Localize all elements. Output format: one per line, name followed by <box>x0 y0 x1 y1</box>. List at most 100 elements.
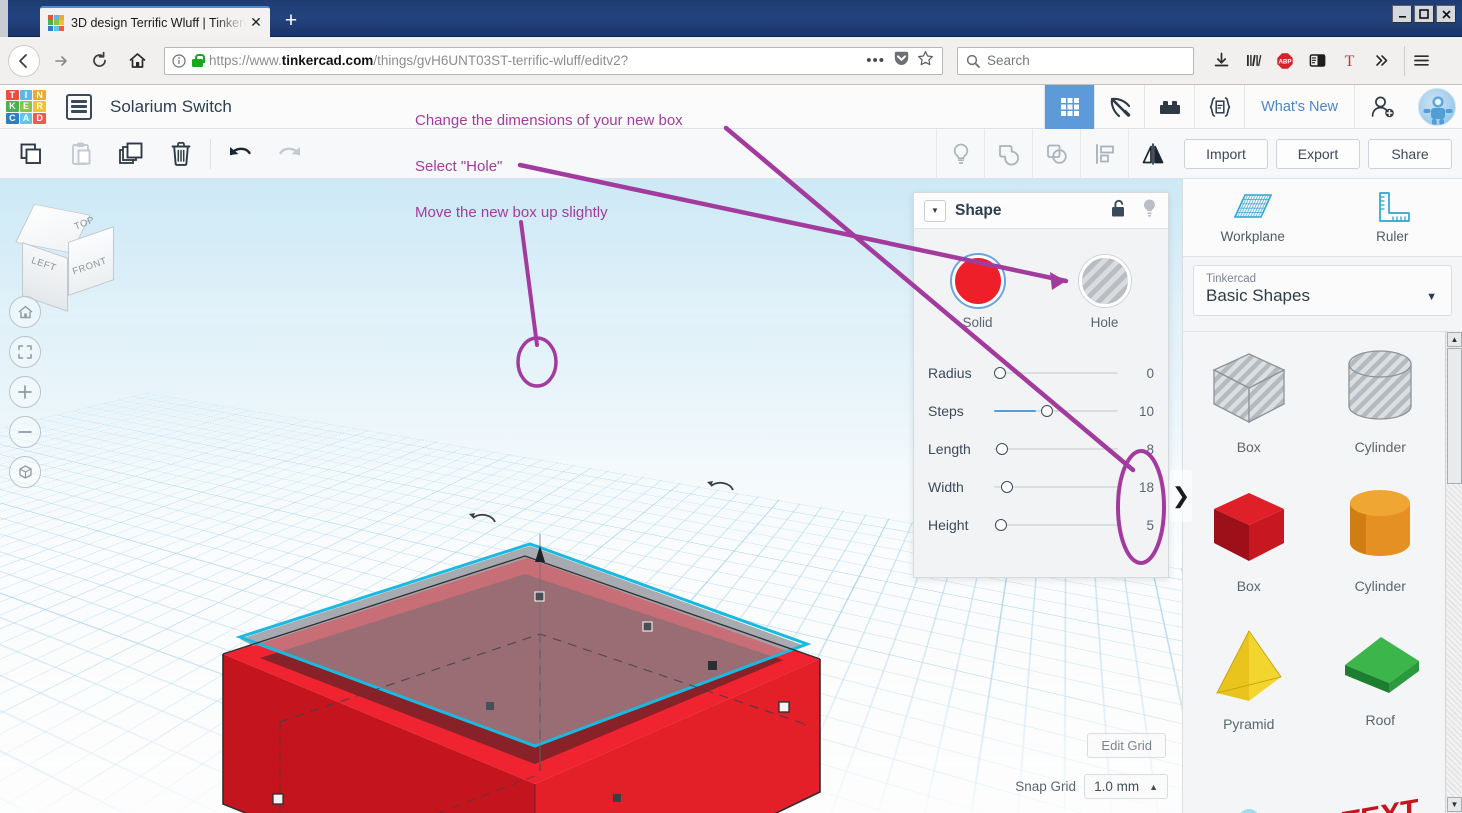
shape-library-item[interactable]: Box <box>1183 471 1315 610</box>
back-button[interactable] <box>8 44 40 77</box>
slider-value-steps[interactable]: 10 <box>1128 404 1154 419</box>
tinkercad-logo[interactable]: TIN KER CAD <box>6 89 46 124</box>
box-model-3d[interactable] <box>205 474 825 813</box>
fit-to-view-button[interactable] <box>9 336 41 368</box>
project-menu-button[interactable] <box>66 93 92 120</box>
reload-button[interactable] <box>82 44 116 78</box>
shape-library-item[interactable] <box>1183 749 1315 813</box>
url-text: https://www.tinkercad.com/things/gvH6UNT… <box>209 53 629 68</box>
export-button[interactable]: Export <box>1276 138 1360 169</box>
whats-new-link[interactable]: What's New <box>1244 84 1354 129</box>
tab-blocks[interactable] <box>1144 84 1194 129</box>
slider-knob-height[interactable] <box>995 519 1008 531</box>
shape-library-item[interactable]: Box <box>1183 332 1315 471</box>
paste-icon[interactable] <box>56 129 106 179</box>
shape-library-select[interactable]: Tinkercad Basic Shapes ▼ <box>1193 265 1452 316</box>
slider-track-length[interactable] <box>994 442 1118 456</box>
home-view-button[interactable] <box>9 296 41 328</box>
zoom-in-button[interactable] <box>9 376 41 408</box>
scroll-up-button[interactable]: ▲ <box>1447 332 1462 347</box>
menu-icon[interactable] <box>1404 45 1434 76</box>
slider-value-height[interactable]: 5 <box>1128 518 1154 533</box>
import-button[interactable]: Import <box>1184 138 1268 169</box>
tab-codeblocks[interactable] <box>1094 84 1144 129</box>
slider-value-radius[interactable]: 0 <box>1128 366 1154 381</box>
star-icon[interactable] <box>917 50 935 72</box>
info-icon[interactable] <box>172 53 186 68</box>
edit-grid-button[interactable]: Edit Grid <box>1087 733 1166 758</box>
logo-tile-t: T <box>6 89 19 101</box>
undo-icon[interactable] <box>215 129 265 179</box>
slider-track-steps[interactable] <box>994 404 1118 418</box>
scroll-down-button[interactable]: ▼ <box>1447 797 1462 812</box>
url-bar[interactable]: https://www.tinkercad.com/things/gvH6UNT… <box>164 46 943 75</box>
redo-icon[interactable] <box>265 129 315 179</box>
minimize-button[interactable] <box>1392 5 1412 23</box>
shape-mode-solid[interactable]: Solid <box>935 255 1021 330</box>
mirror-icon[interactable] <box>1128 128 1176 179</box>
slider-knob-length[interactable] <box>996 443 1009 455</box>
forward-button[interactable] <box>44 44 78 78</box>
user-avatar[interactable] <box>1418 87 1456 126</box>
view-cube[interactable]: TOP LEFT FRONT <box>15 204 118 312</box>
text-tool-icon[interactable]: T <box>1334 46 1364 76</box>
lightbulb-icon[interactable] <box>1141 198 1158 223</box>
tab-code[interactable] <box>1194 84 1244 129</box>
copy-icon[interactable] <box>6 129 56 179</box>
slider-value-length[interactable]: 8 <box>1128 442 1154 457</box>
pocket-icon[interactable] <box>893 50 911 72</box>
tab-3d-design[interactable] <box>1044 84 1095 129</box>
delete-icon[interactable] <box>156 129 206 179</box>
editor-toolbar-right: Import Export Share <box>936 128 1462 179</box>
home-button[interactable] <box>120 44 154 78</box>
sidebar-item-workplane[interactable]: Workplane <box>1183 179 1323 256</box>
shape-library-item[interactable]: Roof <box>1315 610 1447 749</box>
slider-knob-steps[interactable] <box>1041 405 1054 417</box>
close-window-button[interactable] <box>1436 5 1456 23</box>
sidebar-scrollbar[interactable]: ▲ ▼ <box>1445 331 1462 813</box>
download-icon[interactable] <box>1206 46 1236 76</box>
snap-grid-select[interactable]: 1.0 mm ▲ <box>1084 774 1168 799</box>
slider-track-height[interactable] <box>994 518 1118 532</box>
shape-mode-hole[interactable]: Hole <box>1062 255 1148 330</box>
new-tab-button[interactable]: + <box>278 10 304 34</box>
scrollbar-thumb[interactable] <box>1447 348 1462 484</box>
slider-track-radius[interactable] <box>994 366 1118 380</box>
shape-library-item[interactable]: Cylinder <box>1315 332 1447 471</box>
add-user-button[interactable] <box>1354 84 1410 129</box>
overflow-icon[interactable] <box>1366 46 1396 76</box>
slider-track-width[interactable] <box>994 480 1118 494</box>
search-bar[interactable]: Search <box>957 46 1194 75</box>
shape-library-item[interactable]: Pyramid <box>1183 610 1315 749</box>
slider-value-width[interactable]: 18 <box>1128 480 1154 495</box>
library-icon[interactable] <box>1238 46 1268 76</box>
duplicate-icon[interactable] <box>106 129 156 179</box>
logo-tile-d <box>59 25 64 31</box>
ortho-perspective-button[interactable] <box>9 456 41 488</box>
shape-library-item[interactable]: Cylinder <box>1315 471 1447 610</box>
shape-library-item[interactable]: TEXT <box>1315 749 1447 813</box>
maximize-button[interactable] <box>1414 5 1434 23</box>
group-icon[interactable] <box>984 128 1032 179</box>
editor-toolbar: Import Export Share <box>0 128 1462 179</box>
logo-tile-d: D <box>33 112 46 124</box>
panel-collapse-button[interactable]: ❯ <box>1170 470 1192 522</box>
unlocked-padlock-icon[interactable] <box>1110 199 1127 223</box>
ungroup-icon[interactable] <box>1032 128 1080 179</box>
lightbulb-icon[interactable] <box>936 128 984 179</box>
align-icon[interactable] <box>1080 128 1128 179</box>
sidebar-item-ruler[interactable]: Ruler <box>1323 179 1462 256</box>
add-user-icon <box>1371 96 1394 117</box>
browser-tab[interactable]: 3D design Terrific Wluff | Tinkercad ✕ <box>40 6 270 37</box>
close-icon[interactable]: ✕ <box>248 14 264 31</box>
adblock-icon[interactable]: ABP <box>1270 46 1300 76</box>
reader-view-icon[interactable] <box>1302 46 1332 76</box>
slider-knob-radius[interactable] <box>994 367 1006 379</box>
share-button[interactable]: Share <box>1368 138 1452 169</box>
snap-grid-control: Snap Grid 1.0 mm ▲ <box>1015 774 1168 799</box>
chevron-down-icon[interactable]: ▼ <box>924 199 946 222</box>
slider-label-radius: Radius <box>928 365 972 381</box>
slider-knob-width[interactable] <box>1001 481 1014 493</box>
zoom-out-button[interactable] <box>9 416 41 448</box>
page-actions-icon[interactable]: ••• <box>864 52 887 69</box>
